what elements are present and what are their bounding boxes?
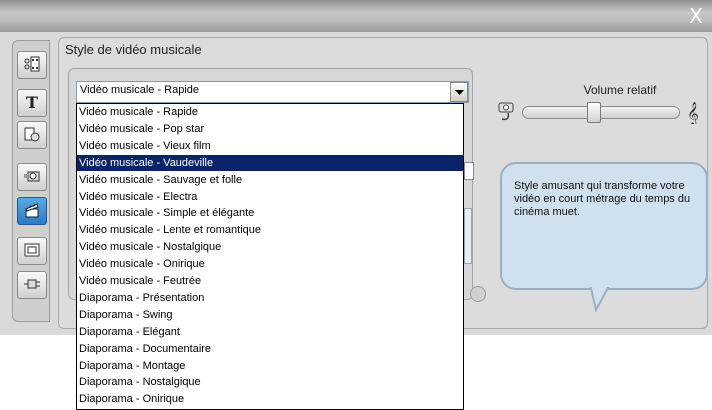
tool-smartmovie[interactable]	[17, 197, 47, 225]
dropdown-option[interactable]: Diaporama - Nostalgique	[77, 374, 463, 390]
list-scrollbar[interactable]	[464, 208, 472, 264]
style-select-value: Vidéo musicale - Rapide	[80, 84, 200, 96]
dropdown-option[interactable]: Vidéo musicale - Nostalgique	[77, 239, 463, 255]
dropdown-option[interactable]: Vidéo musicale - Simple et élégante	[77, 205, 463, 221]
dropdown-option[interactable]: Vidéo musicale - Electra	[77, 189, 463, 205]
camera-icon	[23, 167, 41, 188]
style-description: Style amusant qui transforme votre vidéo…	[514, 180, 691, 218]
music-note-icon: 𝄞	[686, 100, 704, 126]
dropdown-option[interactable]: Vidéo musicale - Vieux film	[77, 138, 463, 154]
panel-title: Style de vidéo musicale	[65, 42, 202, 57]
movie-edit-icon	[23, 55, 41, 76]
tool-plugin[interactable]	[17, 271, 47, 299]
video-sound-icon	[496, 99, 520, 123]
dropdown-option[interactable]: Diaporama - Swing	[77, 307, 463, 323]
dropdown-option[interactable]: Vidéo musicale - Onirique	[77, 256, 463, 272]
menu-icon	[23, 241, 41, 262]
tool-sound[interactable]	[17, 121, 47, 149]
style-dropdown-list[interactable]: Vidéo musicale - Rapide Vidéo musicale - …	[76, 103, 464, 410]
dropdown-option[interactable]: Diaporama - Onirique	[77, 391, 463, 407]
chevron-down-icon	[454, 85, 464, 99]
tool-camera[interactable]	[17, 163, 47, 191]
tool-title[interactable]: T	[17, 89, 47, 117]
dropdown-option[interactable]: Vidéo musicale - Vaudeville	[77, 154, 463, 171]
plugin-icon	[23, 275, 41, 296]
tool-movie-edit[interactable]	[17, 51, 47, 79]
secondary-select[interactable]	[464, 162, 474, 180]
sound-effects-icon	[23, 125, 41, 146]
smartmovie-icon	[23, 201, 41, 222]
volume-slider-thumb[interactable]	[586, 102, 601, 123]
dropdown-option[interactable]: Vidéo musicale - Sauvage et folle	[77, 172, 463, 188]
dropdown-option[interactable]: Vidéo musicale - Rapide	[77, 104, 463, 120]
dropdown-option[interactable]: Vidéo musicale - Lente et romantique	[77, 222, 463, 238]
dropdown-option[interactable]: Diaporama - Documentaire	[77, 341, 463, 357]
panel-corner-knob	[470, 286, 486, 302]
svg-text:T: T	[26, 93, 38, 111]
title-bar	[0, 0, 712, 32]
dropdown-option[interactable]: Diaporama - Elégant	[77, 324, 463, 340]
tool-strip: T	[12, 40, 50, 322]
dropdown-button[interactable]	[450, 82, 468, 102]
dropdown-option[interactable]: Vidéo musicale - Feutrée	[77, 273, 463, 289]
tool-menu[interactable]	[17, 237, 47, 265]
dropdown-option[interactable]: Vidéo musicale - Pop star	[77, 121, 463, 137]
volume-label: Volume relatif	[583, 83, 657, 97]
title-text-icon: T	[23, 93, 41, 114]
dropdown-option[interactable]: Diaporama - Montage	[77, 358, 463, 374]
bubble-tail	[588, 284, 612, 312]
close-button[interactable]: X	[685, 4, 707, 28]
svg-text:𝄞: 𝄞	[687, 101, 699, 124]
dropdown-option[interactable]: Diaporama - Présentation	[77, 290, 463, 306]
volume-slider[interactable]	[522, 106, 680, 119]
